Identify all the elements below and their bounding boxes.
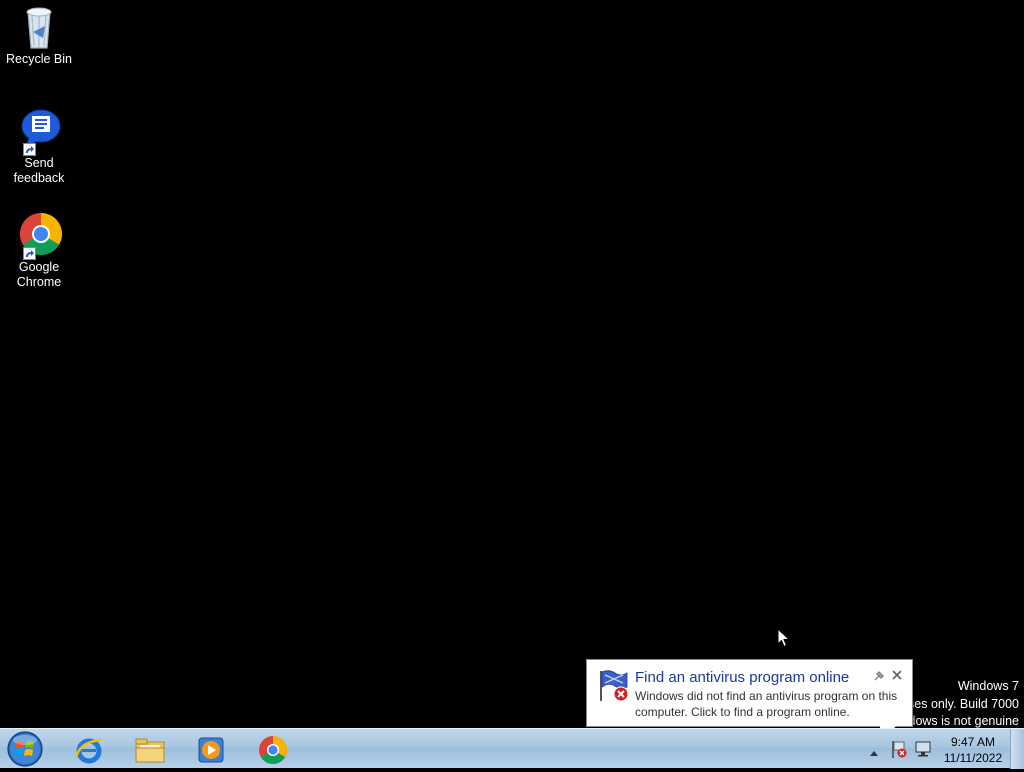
recycle-bin-icon [15, 2, 63, 50]
desktop-icon-label: Google Chrome [16, 260, 62, 289]
close-icon[interactable] [890, 668, 904, 682]
watermark-line: uses only. Build 7000 [901, 696, 1019, 711]
desktop-icon-google-chrome[interactable]: Google Chrome [4, 210, 74, 290]
clock-time: 9:47 AM [950, 735, 996, 749]
start-button[interactable] [5, 730, 45, 768]
taskbar-google-chrome[interactable] [246, 731, 300, 767]
desktop-icon-label: Send feedback [13, 156, 65, 185]
balloon-options-icon[interactable] [873, 669, 885, 681]
internet-explorer-icon [74, 738, 102, 764]
taskbar-internet-explorer[interactable] [62, 731, 116, 767]
taskbar-media-player[interactable] [184, 731, 238, 767]
balloon-title[interactable]: Find an antivirus program online [635, 669, 849, 686]
shortcut-arrow-icon [23, 247, 36, 260]
desktop-icon-label: Recycle Bin [6, 52, 72, 66]
clock-date: 11/11/2022 [943, 751, 1003, 765]
chrome-icon [259, 736, 287, 764]
desktop-icon-send-feedback[interactable]: Send feedback [4, 106, 74, 186]
build-watermark: Windows 7 uses only. Build 7000 dows is … [901, 678, 1019, 731]
media-player-icon [198, 737, 224, 763]
folder-icon [135, 738, 165, 763]
balloon-message[interactable]: Windows did not find an antivirus progra… [635, 689, 907, 720]
desktop: Recycle Bin Send feedback Google Chrome … [0, 0, 1024, 728]
show-hidden-icons-button[interactable] [868, 743, 880, 756]
taskbar-windows-explorer[interactable] [123, 731, 177, 767]
chrome-icon [15, 210, 63, 260]
shortcut-arrow-icon [23, 143, 36, 156]
taskbar: 9:47 AM 11/11/2022 [0, 728, 1024, 769]
taskbar-clock[interactable]: 9:47 AM 11/11/2022 [938, 734, 1008, 766]
show-desktop-button[interactable] [1010, 729, 1024, 769]
desktop-icon-recycle-bin[interactable]: Recycle Bin [4, 2, 74, 67]
watermark-line: Windows 7 [957, 679, 1019, 693]
action-center-tray-icon[interactable] [890, 739, 908, 759]
notification-balloon[interactable]: Find an antivirus program online Windows… [586, 659, 913, 727]
feedback-bubble-icon [15, 106, 63, 156]
network-icon[interactable] [914, 740, 932, 758]
action-center-flag-icon [597, 669, 631, 703]
mouse-cursor-icon [777, 627, 791, 648]
